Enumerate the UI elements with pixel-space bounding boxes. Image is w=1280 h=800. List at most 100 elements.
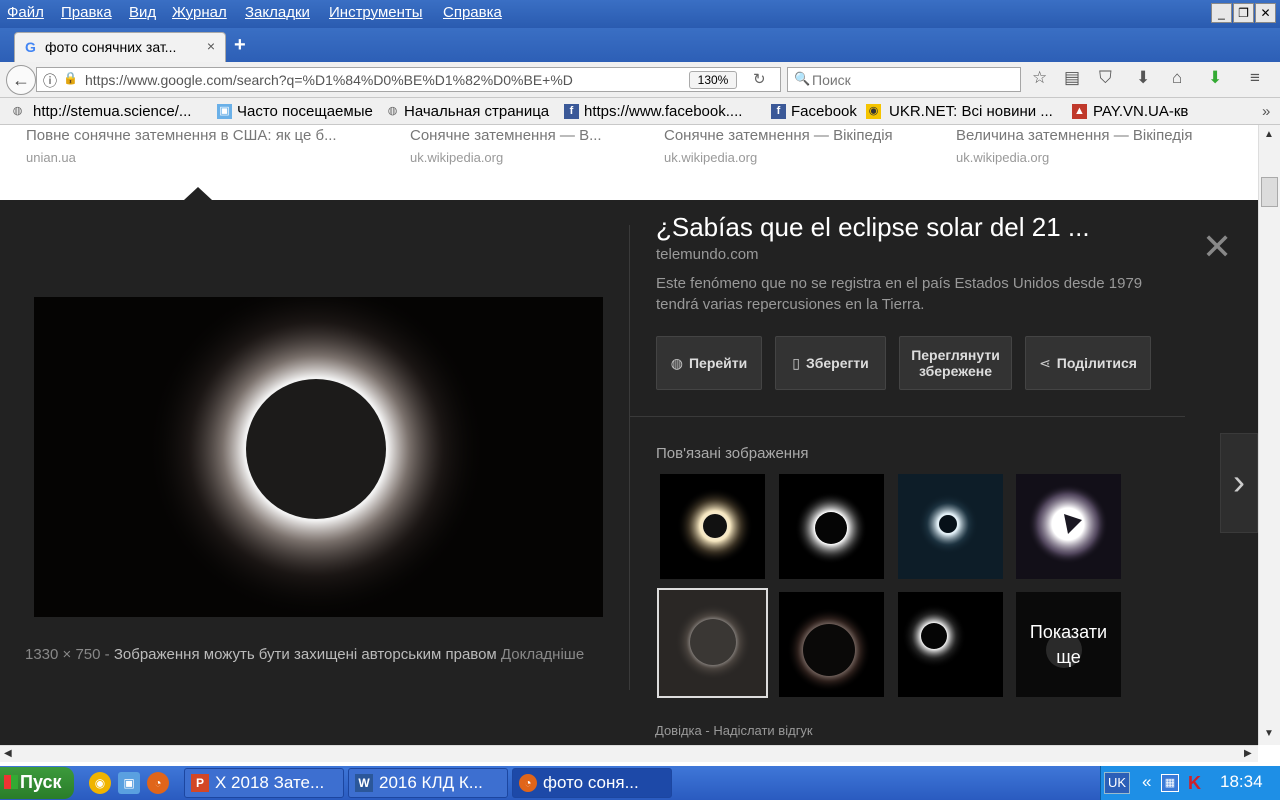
view-saved-button[interactable]: Переглянути збережене: [899, 336, 1012, 390]
bookmark-facebook-url[interactable]: https://www.facebook....: [584, 103, 742, 120]
result-domain: uk.wikipedia.org: [664, 150, 758, 165]
restore-button[interactable]: ❐: [1233, 3, 1254, 23]
result-title[interactable]: Величина затемнення — Вікіпедія: [956, 127, 1192, 144]
taskbar-item-word[interactable]: W 2016 КЛД К...: [348, 768, 508, 798]
related-thumbnail[interactable]: [898, 474, 1003, 579]
result-title[interactable]: Сонячне затемнення — Вікіпедія: [664, 127, 893, 144]
reload-icon[interactable]: ↻: [753, 70, 766, 88]
start-button[interactable]: Пуск: [0, 767, 74, 799]
firefox-icon: ◔: [519, 774, 537, 792]
scroll-down-icon[interactable]: ▼: [1264, 728, 1274, 739]
tab-title: фото сонячних зат...: [45, 39, 177, 55]
next-image-button[interactable]: ›: [1220, 433, 1258, 533]
payvn-icon: ▲: [1072, 104, 1087, 119]
reading-list-icon[interactable]: ▤: [1064, 68, 1080, 88]
share-label: Поділитися: [1056, 355, 1137, 371]
related-thumbnail-selected[interactable]: [657, 588, 768, 698]
menu-bookmarks[interactable]: Закладки: [245, 4, 310, 21]
bookmark-ukrnet[interactable]: UKR.NET: Всі новини ...: [889, 103, 1053, 120]
menu-help[interactable]: Справка: [443, 4, 502, 21]
home-icon[interactable]: ⌂: [1172, 68, 1182, 88]
pocket-icon[interactable]: ⛉: [1099, 68, 1112, 88]
star-icon[interactable]: ☆: [1032, 68, 1047, 88]
scrollbar-thumb[interactable]: [1261, 177, 1278, 207]
panel-footer: Довідка - Надіслати відгук: [655, 723, 813, 738]
result-domain: unian.ua: [26, 150, 76, 165]
firefox-quicklaunch-icon[interactable]: ◔: [147, 772, 169, 794]
scroll-right-icon[interactable]: ▶: [1244, 748, 1252, 759]
menu-tools[interactable]: Инструменты: [329, 4, 423, 21]
addon-icon[interactable]: ⬇: [1208, 68, 1222, 88]
facebook-icon: f: [564, 104, 579, 119]
menu-edit[interactable]: Правка: [61, 4, 112, 21]
help-link[interactable]: Довідка: [655, 723, 702, 738]
globe-icon: ◍: [670, 355, 683, 371]
info-icon[interactable]: ⓘ: [43, 71, 57, 91]
back-button[interactable]: ←: [6, 65, 36, 95]
task-label: 2016 КЛД К...: [379, 773, 483, 792]
scroll-left-icon[interactable]: ◀: [4, 748, 12, 759]
close-window-button[interactable]: ✕: [1255, 3, 1276, 23]
bookmark-stemua[interactable]: http://stemua.science/...: [33, 103, 191, 120]
related-thumbnail[interactable]: [660, 474, 765, 579]
menu-view[interactable]: Вид: [129, 4, 156, 21]
network-icon[interactable]: ▦: [1161, 774, 1179, 792]
related-images-heading: Пов'язані зображення: [656, 445, 809, 462]
show-more-thumbnail[interactable]: Показати ще: [1016, 592, 1121, 697]
bookmark-frequent[interactable]: Часто посещаемые: [237, 103, 373, 120]
zoom-indicator[interactable]: 130%: [689, 71, 737, 89]
bookmark-homepage[interactable]: Начальная страница: [404, 103, 549, 120]
new-tab-button[interactable]: +: [234, 34, 246, 57]
menu-bar: Файл Правка Вид Журнал Закладки Инструме…: [0, 0, 1280, 28]
close-panel-icon[interactable]: ✕: [1202, 226, 1232, 268]
image-size: 1330 × 750: [25, 646, 101, 663]
bookmark-facebook[interactable]: Facebook: [791, 103, 857, 120]
tab-close-icon[interactable]: ×: [207, 38, 215, 54]
menu-file[interactable]: Файл: [7, 4, 44, 21]
main-eclipse-image[interactable]: [34, 297, 603, 617]
related-thumbnail[interactable]: [779, 474, 884, 579]
horizontal-scrollbar[interactable]: ◀ ▶: [0, 745, 1258, 762]
url-text[interactable]: https://www.google.com/search?q=%D1%84%D…: [85, 72, 680, 88]
search-box[interactable]: 🔍 Поиск: [787, 67, 1021, 92]
related-thumbnail[interactable]: [779, 592, 884, 697]
search-icon: 🔍: [794, 71, 811, 86]
result-title[interactable]: Сонячне затемнення — В...: [410, 127, 602, 144]
result-title[interactable]: Повне сонячне затемнення в США: як це б.…: [26, 127, 337, 144]
menu-history[interactable]: Журнал: [172, 4, 227, 21]
related-thumbnail[interactable]: [898, 592, 1003, 697]
separator: [630, 416, 1185, 417]
related-thumbnail[interactable]: [1016, 474, 1121, 579]
details-link[interactable]: Докладніше: [501, 646, 584, 663]
download-icon[interactable]: ⬇: [1136, 68, 1150, 88]
antivirus-icon[interactable]: K: [1188, 773, 1201, 794]
search-placeholder: Поиск: [812, 72, 851, 88]
show-desktop-icon[interactable]: ▣: [118, 772, 140, 794]
image-source[interactable]: telemundo.com: [656, 246, 759, 263]
tray-expand-icon[interactable]: «: [1142, 772, 1151, 792]
powerpoint-icon: P: [191, 774, 209, 792]
minimize-button[interactable]: _: [1211, 3, 1232, 23]
tab-active[interactable]: G фото сонячних зат... ×: [14, 32, 226, 62]
bookmark-payvn[interactable]: PAY.VN.UA-кв: [1093, 103, 1188, 120]
share-button[interactable]: ⋖ Поділитися: [1025, 336, 1151, 390]
start-label: Пуск: [20, 772, 62, 792]
language-indicator[interactable]: UK: [1104, 772, 1130, 794]
scroll-up-icon[interactable]: ▲: [1264, 129, 1274, 140]
taskbar-item-firefox[interactable]: ◔ фото соня...: [512, 768, 672, 798]
feedback-link[interactable]: Надіслати відгук: [713, 723, 812, 738]
menu-hamburger-icon[interactable]: ≡: [1250, 68, 1260, 88]
address-bar[interactable]: ⓘ 🔒 https://www.google.com/search?q=%D1%…: [36, 67, 781, 92]
image-title[interactable]: ¿Sabías que el eclipse solar del 21 ...: [656, 212, 1090, 243]
visit-button[interactable]: ◍ Перейти: [656, 336, 762, 390]
folder-icon: ▣: [217, 104, 232, 119]
save-button[interactable]: ▯ Зберегти: [775, 336, 886, 390]
bookmarks-overflow-icon[interactable]: »: [1262, 103, 1270, 120]
taskbar-item-powerpoint[interactable]: P X 2018 Зате...: [184, 768, 344, 798]
vertical-scrollbar[interactable]: ▲ ▼: [1258, 125, 1280, 745]
task-label: фото соня...: [543, 773, 639, 792]
result-domain: uk.wikipedia.org: [410, 150, 504, 165]
chrome-icon[interactable]: ◉: [89, 772, 111, 794]
task-label: X 2018 Зате...: [215, 773, 325, 792]
panel-pointer: [184, 187, 212, 200]
